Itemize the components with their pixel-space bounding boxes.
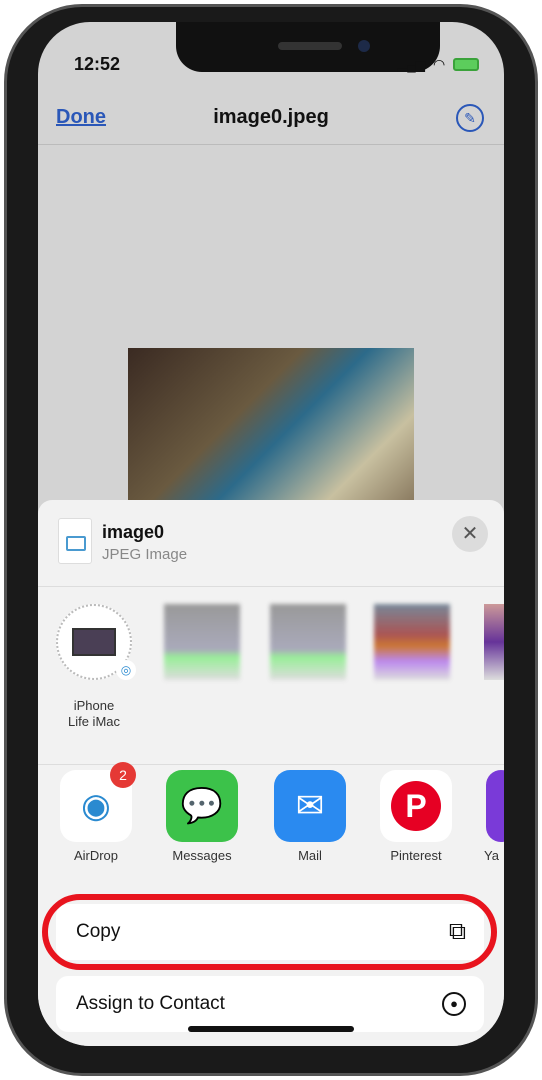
contact-avatar-blurred[interactable] <box>270 604 346 680</box>
highlight-ring <box>42 894 497 970</box>
app-label: Mail <box>298 848 322 863</box>
markup-pen-icon[interactable]: ✎ <box>456 104 484 132</box>
yahoo-app-partial[interactable] <box>486 770 504 842</box>
envelope-icon: ✉ <box>295 787 325 825</box>
app-label: Messages <box>172 848 232 863</box>
contact-avatar-blurred[interactable] <box>164 604 240 680</box>
assign-to-contact-action[interactable]: Assign to Contact ● <box>56 976 484 1032</box>
divider <box>38 764 504 765</box>
action-label: Assign to Contact <box>76 993 225 1014</box>
file-name: image0 <box>102 522 165 542</box>
image-preview <box>128 348 414 502</box>
share-sheet: image0 JPEG Image ✕ ◎ iPhone Life iMac ◉ … <box>38 500 504 1046</box>
pinterest-app[interactable]: P <box>380 770 452 842</box>
status-icons: ▂▄▆ ◠ <box>398 56 480 73</box>
divider <box>38 586 504 587</box>
home-indicator[interactable] <box>188 1026 354 1032</box>
person-circle-icon: ● <box>442 992 466 1016</box>
wifi-icon: ◠ <box>432 56 446 72</box>
messages-app[interactable]: 💬 <box>166 770 238 842</box>
airdrop-icon: ◎ <box>116 660 136 680</box>
divider <box>38 144 504 145</box>
airdrop-badge: 2 <box>110 762 136 788</box>
status-time: 12:52 <box>74 54 121 74</box>
close-icon: ✕ <box>461 523 479 545</box>
file-icon <box>58 518 92 564</box>
mail-app[interactable]: ✉ <box>274 770 346 842</box>
signal-icon: ▂▄▆ <box>398 57 425 72</box>
contact-avatar-blurred[interactable] <box>374 604 450 680</box>
airdrop-device-imac[interactable]: ◎ <box>56 604 136 680</box>
battery-charging-icon <box>453 58 480 71</box>
person-label: iPhone Life iMac <box>67 698 121 729</box>
close-button[interactable]: ✕ <box>452 516 488 552</box>
done-button[interactable]: Done <box>56 106 106 129</box>
nav-title: image0.jpeg <box>213 106 329 128</box>
app-label: Pinterest <box>390 848 442 863</box>
file-type: JPEG Image <box>102 546 188 563</box>
message-bubble-icon: 💬 <box>180 787 224 825</box>
airdrop-icon: ◉ <box>81 787 111 825</box>
pinterest-logo-icon: P <box>391 781 441 831</box>
app-label: AirDrop <box>73 848 119 863</box>
app-label: Ya <box>484 848 499 863</box>
contact-avatar-partial[interactable] <box>484 604 504 680</box>
screen: 12:52 ▂▄▆ ◠ image0.jpeg Done ✎ image0 JP… <box>38 22 504 1046</box>
